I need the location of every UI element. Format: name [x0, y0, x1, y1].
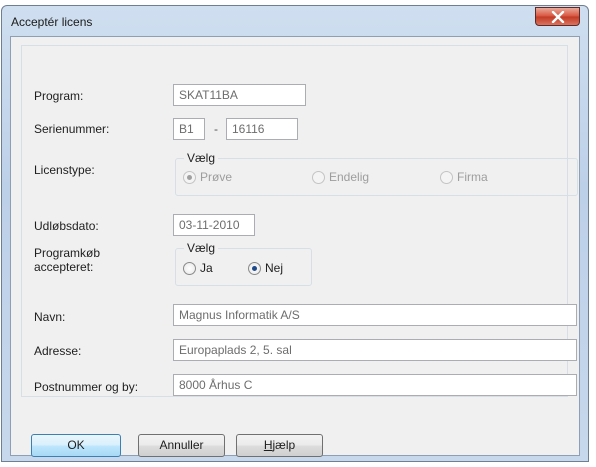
help-button-label: jælp	[272, 438, 296, 452]
licenstype-endelig-radio[interactable]	[312, 171, 325, 184]
help-button[interactable]: Hjælp	[236, 434, 323, 457]
ok-button[interactable]: OK	[31, 434, 121, 457]
serienummer-label: Serienummer:	[34, 122, 110, 136]
licenstype-endelig-label: Endelig	[329, 170, 370, 184]
postnummer-label: Postnummer og by:	[34, 380, 139, 394]
licenstype-proeve-label: Prøve	[200, 170, 233, 184]
licenstype-firma-label: Firma	[457, 170, 488, 184]
dialog-client-area: Program: SKAT11BA Serienummer: B1 - 1611…	[10, 36, 580, 457]
postnummer-field[interactable]: 8000 Århus C	[173, 374, 577, 396]
program-label: Program:	[34, 89, 84, 103]
navn-field[interactable]: Magnus Informatik A/S	[173, 304, 577, 326]
licenstype-firma-radio[interactable]	[440, 171, 453, 184]
programkoeb-ja-radio[interactable]	[183, 262, 196, 275]
licenstype-group: Vælg Prøve Endelig Firma	[175, 151, 578, 196]
navn-label: Navn:	[34, 310, 66, 324]
licenstype-label: Licenstype:	[34, 163, 95, 177]
programkoeb-label-line2: accepteret:	[34, 260, 94, 274]
serienummer-part1-field[interactable]: B1	[173, 118, 205, 140]
adresse-field[interactable]: Europaplads 2, 5. sal	[173, 339, 577, 361]
udloebsdato-field[interactable]: 03-11-2010	[173, 214, 255, 236]
form-panel: Program: SKAT11BA Serienummer: B1 - 1611…	[21, 45, 578, 397]
programkoeb-group: Vælg Ja Nej	[175, 241, 312, 286]
cancel-button[interactable]: Annuller	[138, 434, 225, 457]
licenstype-group-title: Vælg	[184, 151, 219, 165]
programkoeb-nej-label: Nej	[265, 261, 284, 275]
radio-selected-dot	[252, 266, 257, 271]
serienummer-separator: -	[214, 122, 218, 136]
programkoeb-ja-label: Ja	[200, 261, 213, 275]
dialog-window: Acceptér licens Program: SKAT11BA Serien…	[1, 5, 589, 462]
programkoeb-label-line1: Programkøb	[34, 246, 101, 260]
programkoeb-nej-radio[interactable]	[248, 262, 261, 275]
close-button[interactable]	[535, 7, 580, 26]
serienummer-part2-field[interactable]: 16116	[226, 118, 298, 140]
adresse-label: Adresse:	[34, 344, 82, 358]
program-field[interactable]: SKAT11BA	[173, 84, 306, 106]
window-title: Acceptér licens	[11, 15, 93, 29]
licenstype-proeve-radio[interactable]	[183, 171, 196, 184]
close-icon	[551, 11, 565, 23]
programkoeb-group-title: Vælg	[184, 241, 219, 255]
title-bar[interactable]: Acceptér licens	[2, 6, 588, 36]
radio-selected-dot	[187, 175, 192, 180]
udloebsdato-label: Udløbsdato:	[34, 219, 99, 233]
